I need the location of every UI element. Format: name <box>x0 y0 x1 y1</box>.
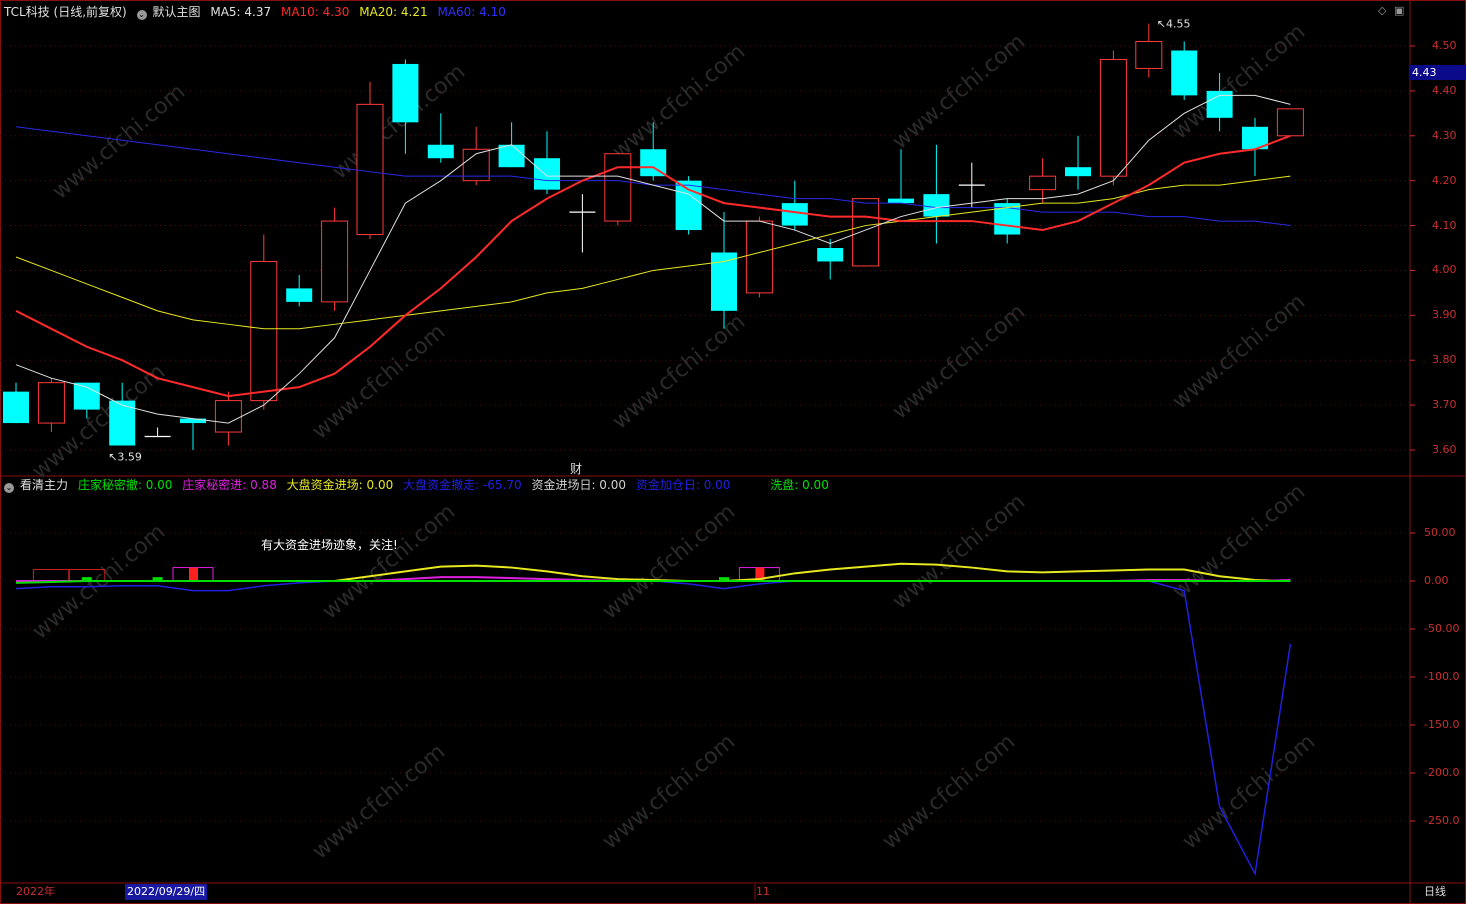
x-axis-cursor-date: 2022/09/29/四 <box>125 884 208 900</box>
indicator-item: 大盘资金进场: 0.00 <box>286 478 394 492</box>
indicator-item: 洗盘: 0.00 <box>770 478 829 492</box>
watermark-text: www.cfchi.com <box>878 729 1020 854</box>
indicator-header: ⌄ 看清主力 庄家秘密撤: 0.00 庄家秘密进: 0.88 大盘资金进场: 0.… <box>4 478 835 493</box>
price-tick-label: 4.00 <box>1432 263 1457 277</box>
stock-title[interactable]: TCL科技 (日线,前复权) <box>4 5 127 19</box>
current-price-tag: 4.43 <box>1410 65 1466 80</box>
template-label[interactable]: 默认主图 <box>153 5 201 19</box>
candle-body-up <box>356 103 384 236</box>
candle-body-down <box>1065 167 1091 177</box>
main-chart-header: TCL科技 (日线,前复权) ⌄ 默认主图 MA5: 4.37 MA10: 4.3… <box>4 5 512 20</box>
indicator-tick-label: 0.00 <box>1424 574 1449 587</box>
candle-body-up <box>37 382 65 424</box>
watermark-text: www.cfchi.com <box>1168 479 1310 604</box>
signal-bar-red <box>189 567 198 581</box>
watermark-text: www.cfchi.com <box>318 499 460 624</box>
candle-body-down <box>1171 50 1198 96</box>
price-tick-label: 3.70 <box>1432 398 1457 412</box>
indicator-item: 庄家秘密撤: 0.00 <box>77 478 173 492</box>
maximize-icon[interactable]: ▣ <box>1394 4 1404 17</box>
candle-body-down <box>888 198 914 204</box>
indicator-item: 庄家秘密进: 0.88 <box>182 478 277 492</box>
signal-box <box>32 568 70 582</box>
candle-body-up <box>852 198 880 267</box>
candle-body-up <box>214 400 242 433</box>
watermark-text: www.cfchi.com <box>888 299 1030 424</box>
indicator-tick-label: -250.0 <box>1424 814 1460 827</box>
indicator-annotation: 有大资金进场迹象，关注! <box>261 538 398 552</box>
finance-marker[interactable]: 财 <box>570 460 582 477</box>
watermark-text: www.cfchi.com <box>888 489 1030 614</box>
candle-body-down <box>498 144 525 168</box>
indicator-tick-label: -50.00 <box>1424 622 1460 635</box>
template-toggle-icon[interactable]: ⌄ <box>136 10 147 20</box>
candle-body-down <box>3 391 29 424</box>
watermark-text: www.cfchi.com <box>608 309 750 434</box>
indicator-item: 资金进场日: 0.00 <box>531 478 627 492</box>
price-tick-label: 3.80 <box>1432 353 1457 367</box>
candle-body-up <box>745 220 773 294</box>
candle-body-down <box>817 248 844 262</box>
watermark-text: www.cfchi.com <box>598 729 740 854</box>
candle-body-down <box>781 203 808 226</box>
price-tick-label: 4.50 <box>1432 39 1457 52</box>
candle-body-up <box>1029 175 1057 191</box>
x-axis-month: 11 <box>756 885 770 898</box>
ma20-readout: MA20: 4.21 <box>359 5 428 19</box>
ma20-line <box>15 175 1291 330</box>
candle-body-up <box>1135 41 1163 69</box>
indicator-line-3 <box>15 580 1292 877</box>
candle-body-up <box>1276 108 1304 137</box>
watermark-text: www.cfchi.com <box>308 739 450 864</box>
ma60-readout: MA60: 4.10 <box>437 5 506 19</box>
diamond-icon[interactable]: ◇ <box>1378 4 1386 17</box>
ma5-readout: MA5: 4.37 <box>210 5 272 19</box>
candle-body-up <box>250 260 278 402</box>
indicator-series <box>15 562 1292 877</box>
watermark-text: www.cfchi.com <box>1178 729 1320 854</box>
candle-body-up <box>604 153 632 222</box>
indicator-tick-label: -150.0 <box>1424 718 1460 731</box>
low-price-label: ↖3.59 <box>108 450 142 463</box>
candle-body-down <box>675 180 702 231</box>
indicator-item: 资金加仓日: 0.00 <box>635 478 731 492</box>
price-tick-label: 3.60 <box>1432 443 1457 456</box>
period-selector[interactable]: 日线 <box>1424 884 1446 900</box>
candle-body-up <box>321 220 349 303</box>
watermark-text: www.cfchi.com <box>48 79 190 204</box>
price-tick-label: 4.20 <box>1432 173 1457 187</box>
price-tick-label: 3.90 <box>1432 308 1457 322</box>
price-tick-label: 4.40 <box>1432 83 1457 97</box>
x-axis-year: 2022年 <box>16 885 55 898</box>
candle-body-down <box>427 144 454 159</box>
candle-body-down <box>392 63 419 123</box>
price-tick-label: 4.10 <box>1432 218 1457 232</box>
watermark-text: www.cfchi.com <box>1168 289 1310 414</box>
watermark-text: www.cfchi.com <box>598 499 740 624</box>
candle-body-down <box>286 288 313 302</box>
chart-canvas[interactable]: www.cfchi.com www.cfchi.com www.cfchi.com w… <box>0 0 1466 904</box>
indicator-tick-label: 50.00 <box>1424 526 1456 539</box>
high-price-label: ↖4.55 <box>1157 18 1191 31</box>
candle-body-up <box>1099 58 1127 177</box>
candle-body-down <box>923 194 950 217</box>
price-tick-label: 4.30 <box>1432 128 1457 142</box>
indicator-name[interactable]: 看清主力 <box>20 478 68 492</box>
indicator-toggle-icon[interactable]: ⌄ <box>4 483 14 493</box>
indicator-item: 大盘资金撤走: -65.70 <box>403 478 522 492</box>
indicator-tick-label: -100.0 <box>1424 670 1460 683</box>
watermark-text: www.cfchi.com <box>608 39 750 164</box>
candle-body-down <box>534 158 560 190</box>
watermark-text: www.cfchi.com <box>888 29 1030 154</box>
indicator-tick-label: -200.0 <box>1424 766 1460 779</box>
ma10-readout: MA10: 4.30 <box>280 5 350 19</box>
